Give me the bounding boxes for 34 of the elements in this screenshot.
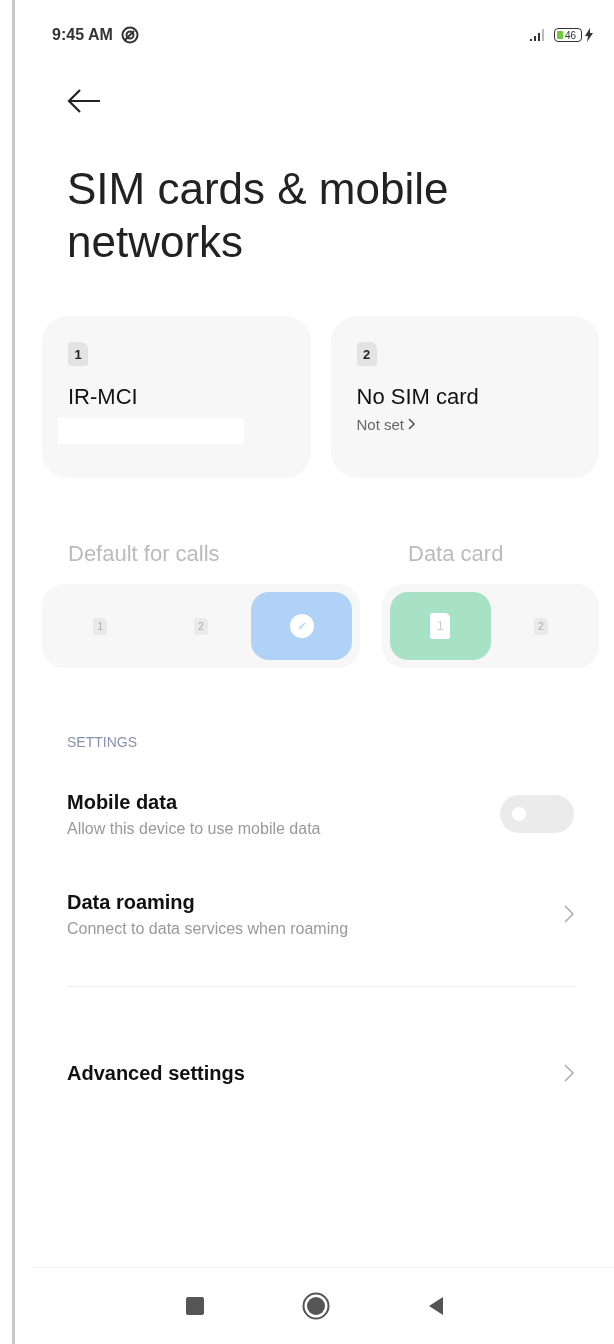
setting-row[interactable]: Data roaming Connect to data services when roaming	[15, 864, 614, 964]
back-icon[interactable]	[427, 1296, 444, 1316]
sim-chip: 1	[93, 617, 108, 635]
sim-card[interactable]: 1 IR-MCI	[42, 316, 311, 478]
home-icon[interactable]	[301, 1292, 330, 1320]
setting-title: Advanced settings	[67, 1061, 245, 1085]
section-label: Default for calls	[67, 540, 221, 568]
setting-row[interactable]: Advanced settings	[15, 1023, 614, 1123]
sim-status-link[interactable]: Not set	[356, 416, 417, 433]
setting-description: Connect to data services when roaming	[67, 919, 349, 938]
battery-charge-icon	[557, 31, 563, 39]
sim-card[interactable]: 2 No SIM card Not set	[330, 316, 599, 478]
section-header: SETTINGS	[67, 734, 138, 750]
chevron-right-icon	[564, 904, 574, 924]
battery-level: 46	[565, 29, 577, 41]
sim-slot-number: 1	[68, 342, 88, 366]
sim-chip: 2	[533, 617, 548, 635]
carrier-name: IR-MCI	[68, 384, 139, 410]
sim-chip: 2	[194, 617, 208, 635]
status-time: 9:45 AM	[52, 26, 113, 44]
chevron-right-icon	[408, 418, 417, 430]
signal-icon	[530, 29, 546, 41]
back-button[interactable]	[66, 88, 102, 114]
carrier-name: No SIM card	[356, 384, 480, 410]
section-label: Data card	[407, 540, 505, 568]
recent-apps-icon[interactable]	[185, 1297, 204, 1315]
charging-icon	[584, 28, 594, 42]
setting-title: Data roaming	[67, 890, 196, 914]
page-title: SIM cards & mobile networks	[67, 163, 450, 268]
setting-description: Allow this device to use mobile data	[67, 819, 321, 838]
setting-title: Mobile data	[67, 790, 179, 814]
sim-slot-number: 2	[356, 342, 377, 366]
chevron-right-icon	[564, 1063, 574, 1083]
setting-row[interactable]: Mobile data Allow this device to use mobile data	[15, 764, 614, 864]
